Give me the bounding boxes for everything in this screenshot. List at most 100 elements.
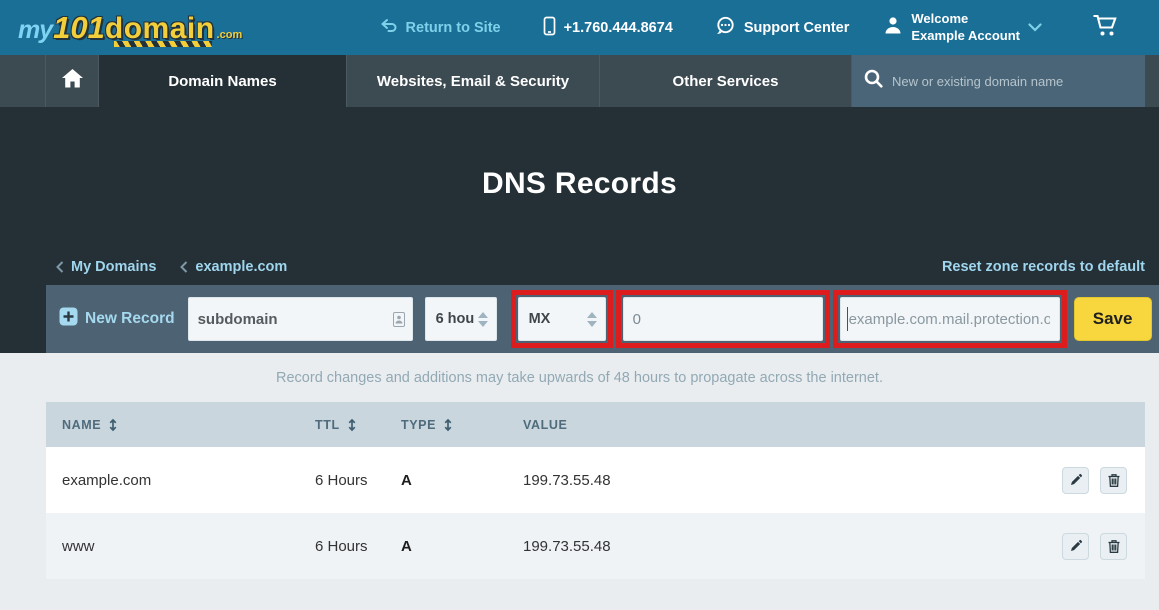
logo-stripes — [114, 41, 212, 47]
bar-left-strip — [0, 285, 46, 353]
support-center-label: Support Center — [744, 20, 850, 36]
page-title: DNS Records — [0, 107, 1159, 201]
dns-records-table: NAME TTL TYPE VALUE example.com 6 Hours … — [46, 402, 1145, 579]
top-links: Return to Site +1.760.444.8674 Support C… — [380, 16, 850, 40]
delete-record-button[interactable] — [1100, 533, 1127, 560]
return-to-site-link[interactable]: Return to Site — [380, 18, 501, 37]
phone-link[interactable]: +1.760.444.8674 — [543, 16, 673, 40]
record-type: A — [401, 538, 523, 555]
logo-tld: .com — [217, 29, 243, 41]
return-arrow-icon — [380, 18, 398, 37]
breadcrumb: My Domains example.com Reset zone record… — [0, 259, 1159, 275]
sort-icon — [443, 418, 453, 432]
cart-button[interactable] — [1092, 14, 1119, 42]
record-ttl: 6 Hours — [315, 538, 401, 555]
trash-icon — [1107, 539, 1121, 554]
record-value: 199.73.55.48 — [523, 538, 1025, 555]
phone-icon — [543, 16, 556, 40]
annotation-box-priority — [616, 290, 830, 348]
record-type: A — [401, 472, 523, 489]
save-button[interactable]: Save — [1074, 297, 1152, 341]
column-label: TTL — [315, 418, 340, 432]
record-name: example.com — [46, 472, 315, 489]
edit-record-button[interactable] — [1062, 533, 1089, 560]
tab-other-services[interactable]: Other Services — [600, 55, 852, 107]
record-actions — [1025, 533, 1145, 560]
record-name: www — [46, 538, 315, 555]
support-center-link[interactable]: Support Center — [715, 16, 850, 40]
hero-section: DNS Records My Domains example.com Reset… — [0, 107, 1159, 285]
select-spinner-icon — [587, 312, 597, 327]
column-header-name[interactable]: NAME — [46, 418, 315, 432]
plus-icon — [59, 307, 78, 331]
priority-input[interactable] — [623, 297, 823, 341]
pencil-icon — [1068, 473, 1083, 488]
chevron-down-icon — [1028, 19, 1042, 37]
new-record-button[interactable]: New Record — [59, 307, 175, 331]
ttl-select[interactable]: 6 hou — [425, 297, 497, 341]
annotation-box-type: MX — [511, 290, 613, 348]
return-to-site-label: Return to Site — [406, 20, 501, 36]
select-spinner-icon — [478, 312, 488, 327]
breadcrumb-my-domains[interactable]: My Domains — [56, 259, 156, 275]
headset-icon — [715, 16, 736, 40]
record-value: 199.73.55.48 — [523, 472, 1025, 489]
new-record-bar-row: New Record 6 hou MX — [0, 285, 1159, 353]
value-field-wrap — [840, 297, 1060, 341]
pencil-icon — [1068, 539, 1083, 554]
propagation-notice: Record changes and additions may take up… — [0, 353, 1159, 402]
column-header-value: VALUE — [523, 418, 1025, 432]
ttl-selected-value: 6 hou — [436, 311, 475, 327]
record-type-select[interactable]: MX — [518, 297, 606, 341]
delete-record-button[interactable] — [1100, 467, 1127, 494]
record-value-input[interactable] — [840, 297, 1060, 341]
new-record-label: New Record — [85, 310, 175, 328]
top-header: my101domain.com Return to Site +1.760.44… — [0, 0, 1159, 55]
column-header-type[interactable]: TYPE — [401, 418, 523, 432]
domain-search — [852, 55, 1145, 107]
user-icon — [883, 15, 903, 41]
record-actions — [1025, 467, 1145, 494]
subdomain-input[interactable] — [188, 297, 413, 341]
tab-domain-names[interactable]: Domain Names — [99, 55, 347, 107]
column-header-ttl[interactable]: TTL — [315, 418, 401, 432]
column-label: TYPE — [401, 418, 436, 432]
sort-icon — [108, 418, 118, 432]
autofill-icon — [393, 312, 405, 332]
logo-my: my — [18, 16, 52, 45]
column-label: NAME — [62, 418, 101, 432]
nav-right-strip — [1145, 55, 1159, 107]
text-caret — [847, 307, 848, 331]
record-ttl: 6 Hours — [315, 472, 401, 489]
welcome-text: Welcome Example Account — [911, 11, 1020, 44]
breadcrumb-domain[interactable]: example.com — [180, 259, 287, 275]
nav-left-strip — [0, 55, 46, 107]
chevron-left-icon — [56, 261, 64, 273]
search-icon — [864, 69, 883, 93]
new-record-bar: New Record 6 hou MX — [46, 285, 1159, 353]
breadcrumb-label: My Domains — [71, 259, 156, 275]
table-row: example.com 6 Hours A 199.73.55.48 — [46, 447, 1145, 513]
home-tab[interactable] — [46, 55, 99, 107]
edit-record-button[interactable] — [1062, 467, 1089, 494]
column-label: VALUE — [523, 418, 567, 432]
subdomain-field-wrap — [188, 297, 413, 341]
chevron-left-icon — [180, 261, 188, 273]
table-header-row: NAME TTL TYPE VALUE — [46, 402, 1145, 447]
sort-icon — [347, 418, 357, 432]
record-type-selected-value: MX — [529, 311, 551, 327]
reset-zone-records-link[interactable]: Reset zone records to default — [942, 259, 1145, 275]
account-menu[interactable]: Welcome Example Account — [883, 11, 1042, 44]
trash-icon — [1107, 473, 1121, 488]
welcome-line2: Example Account — [911, 28, 1020, 43]
home-icon — [62, 69, 83, 93]
tab-websites-email-security[interactable]: Websites, Email & Security — [347, 55, 600, 107]
cart-icon — [1092, 14, 1119, 42]
site-logo[interactable]: my101domain.com — [18, 10, 242, 46]
logo-101: 101 — [53, 10, 105, 46]
phone-number: +1.760.444.8674 — [564, 20, 673, 36]
domain-search-input[interactable] — [892, 74, 1133, 89]
main-nav: Domain Names Websites, Email & Security … — [0, 55, 1159, 107]
annotation-box-value — [833, 290, 1067, 348]
table-row: www 6 Hours A 199.73.55.48 — [46, 513, 1145, 579]
